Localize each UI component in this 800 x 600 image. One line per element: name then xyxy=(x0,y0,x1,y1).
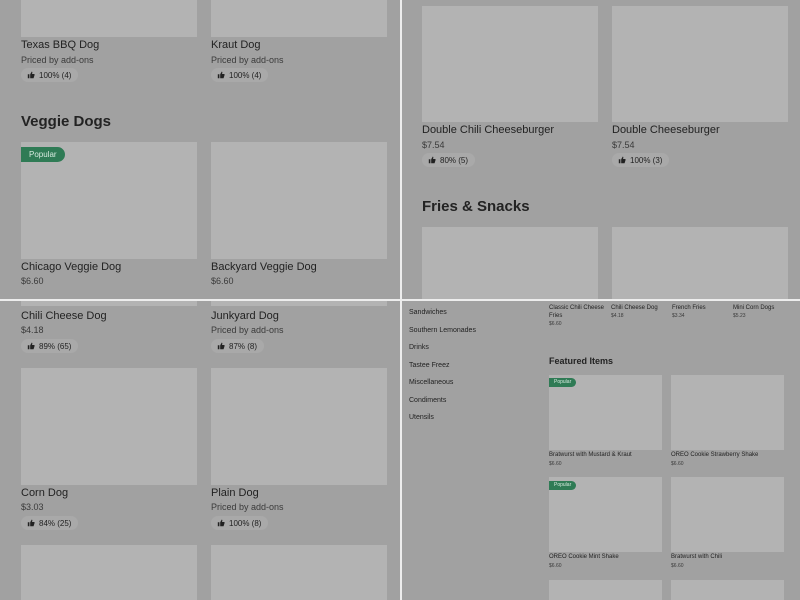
category-nav-sandwiches[interactable]: Sandwiches xyxy=(409,309,447,316)
item-price: Priced by add-ons xyxy=(211,55,284,65)
item-name[interactable]: Bratwurst with Chili xyxy=(671,553,722,561)
thumbs-up-icon xyxy=(428,156,436,164)
item-image[interactable] xyxy=(549,580,662,600)
item-name[interactable]: OREO Cookie Mint Shake xyxy=(549,553,619,561)
rating-value: 100% (3) xyxy=(630,155,663,165)
item-price: $6.60 xyxy=(549,321,562,327)
rating-badge: 100% (8) xyxy=(211,516,269,530)
item-image[interactable] xyxy=(612,6,788,122)
item-price: $6.60 xyxy=(549,563,562,569)
item-name[interactable]: Chicago Veggie Dog xyxy=(21,261,121,273)
rating-value: 87% (8) xyxy=(229,341,258,351)
rating-badge: 84% (25) xyxy=(21,516,79,530)
popular-badge: Popular xyxy=(21,147,65,162)
category-nav-miscellaneous[interactable]: Miscellaneous xyxy=(409,379,453,386)
thumbs-up-icon xyxy=(618,156,626,164)
item-price: $6.60 xyxy=(671,563,684,569)
item-name[interactable]: Texas BBQ Dog xyxy=(21,39,99,51)
rating-value: 89% (65) xyxy=(39,341,72,351)
item-image[interactable] xyxy=(422,227,598,299)
item-name[interactable]: Corn Dog xyxy=(21,487,68,499)
item-name[interactable]: Double Chili Cheeseburger xyxy=(422,124,554,136)
rating-badge: 80% (5) xyxy=(422,153,476,167)
item-image[interactable] xyxy=(211,301,387,306)
rating-value: 100% (4) xyxy=(39,70,72,80)
popular-badge: Popular xyxy=(549,378,577,387)
item-image[interactable] xyxy=(211,545,387,600)
item-image[interactable] xyxy=(671,580,784,600)
thumbs-up-icon xyxy=(217,342,225,350)
rating-badge: 89% (65) xyxy=(21,339,79,353)
thumbs-up-icon xyxy=(27,71,35,79)
rating-value: 100% (4) xyxy=(229,70,262,80)
screenshot-divider-horizontal xyxy=(0,299,800,301)
item-price: $3.34 xyxy=(672,313,685,319)
item-price: $7.54 xyxy=(612,140,635,150)
item-price: $5.23 xyxy=(733,313,746,319)
item-name[interactable]: French Fries xyxy=(672,304,728,312)
item-image[interactable] xyxy=(21,301,197,306)
item-price: Priced by add-ons xyxy=(21,55,94,65)
item-price: $7.54 xyxy=(422,140,445,150)
section-title-veggie-dogs: Veggie Dogs xyxy=(21,113,112,130)
menu-panel-bottom-left: Chili Cheese Dog $4.18 89% (65) Junkyard… xyxy=(0,301,400,600)
category-nav-tastee-freez[interactable]: Tastee Freez xyxy=(409,362,449,369)
menu-panel-top-right: Double Chili Cheeseburger $7.54 80% (5) … xyxy=(402,0,800,299)
rating-badge: 100% (4) xyxy=(21,68,79,82)
rating-value: 100% (8) xyxy=(229,518,262,528)
item-name[interactable]: Backyard Veggie Dog xyxy=(211,261,317,273)
item-name[interactable]: Kraut Dog xyxy=(211,39,261,51)
item-name[interactable]: Junkyard Dog xyxy=(211,310,279,322)
item-image[interactable] xyxy=(211,0,387,37)
rating-value: 84% (25) xyxy=(39,518,72,528)
item-name[interactable]: OREO Cookie Strawberry Shake xyxy=(671,451,758,459)
item-price: $4.18 xyxy=(21,325,44,335)
item-image[interactable] xyxy=(21,0,197,37)
rating-value: 80% (5) xyxy=(440,155,469,165)
thumbs-up-icon xyxy=(27,519,35,527)
item-price: $6.60 xyxy=(671,461,684,467)
item-image[interactable] xyxy=(612,227,788,299)
item-price: $4.18 xyxy=(611,313,624,319)
item-price: Priced by add-ons xyxy=(211,325,284,335)
category-nav-drinks[interactable]: Drinks xyxy=(409,344,429,351)
item-image[interactable] xyxy=(422,6,598,122)
item-name[interactable]: Bratwurst with Mustard & Kraut xyxy=(549,451,632,459)
item-name[interactable]: Mini Corn Dogs xyxy=(733,304,789,312)
thumbs-up-icon xyxy=(27,342,35,350)
item-price: $6.60 xyxy=(549,461,562,467)
item-name[interactable]: Chili Cheese Dog xyxy=(611,304,667,312)
item-name[interactable]: Classic Chili Cheese Fries xyxy=(549,304,605,320)
item-image[interactable] xyxy=(21,368,197,485)
rating-badge: 87% (8) xyxy=(211,339,265,353)
thumbs-up-icon xyxy=(217,519,225,527)
item-image[interactable] xyxy=(21,545,197,600)
popular-badge: Popular xyxy=(549,481,577,490)
item-image[interactable] xyxy=(211,142,387,259)
category-nav-condiments[interactable]: Condiments xyxy=(409,397,446,404)
rating-badge: 100% (3) xyxy=(612,153,670,167)
item-price: Priced by add-ons xyxy=(211,502,284,512)
category-nav-southern-lemonades[interactable]: Southern Lemonades xyxy=(409,327,476,334)
item-price: $3.03 xyxy=(21,502,44,512)
rating-badge: 100% (4) xyxy=(211,68,269,82)
item-price: $6.60 xyxy=(21,276,44,286)
menu-panel-bottom-right: Sandwiches Southern Lemonades Drinks Tas… xyxy=(402,301,800,600)
section-title-fries-snacks: Fries & Snacks xyxy=(422,198,530,215)
item-image[interactable] xyxy=(211,368,387,485)
section-title-featured-items: Featured Items xyxy=(549,356,614,366)
thumbs-up-icon xyxy=(217,71,225,79)
menu-panel-top-left: Texas BBQ Dog Priced by add-ons 100% (4)… xyxy=(0,0,400,299)
category-nav-utensils[interactable]: Utensils xyxy=(409,414,434,421)
item-name[interactable]: Chili Cheese Dog xyxy=(21,310,107,322)
item-name[interactable]: Double Cheeseburger xyxy=(612,124,720,136)
item-name[interactable]: Plain Dog xyxy=(211,487,259,499)
item-image[interactable] xyxy=(671,477,784,552)
item-image[interactable] xyxy=(671,375,784,450)
item-price: $6.60 xyxy=(211,276,234,286)
